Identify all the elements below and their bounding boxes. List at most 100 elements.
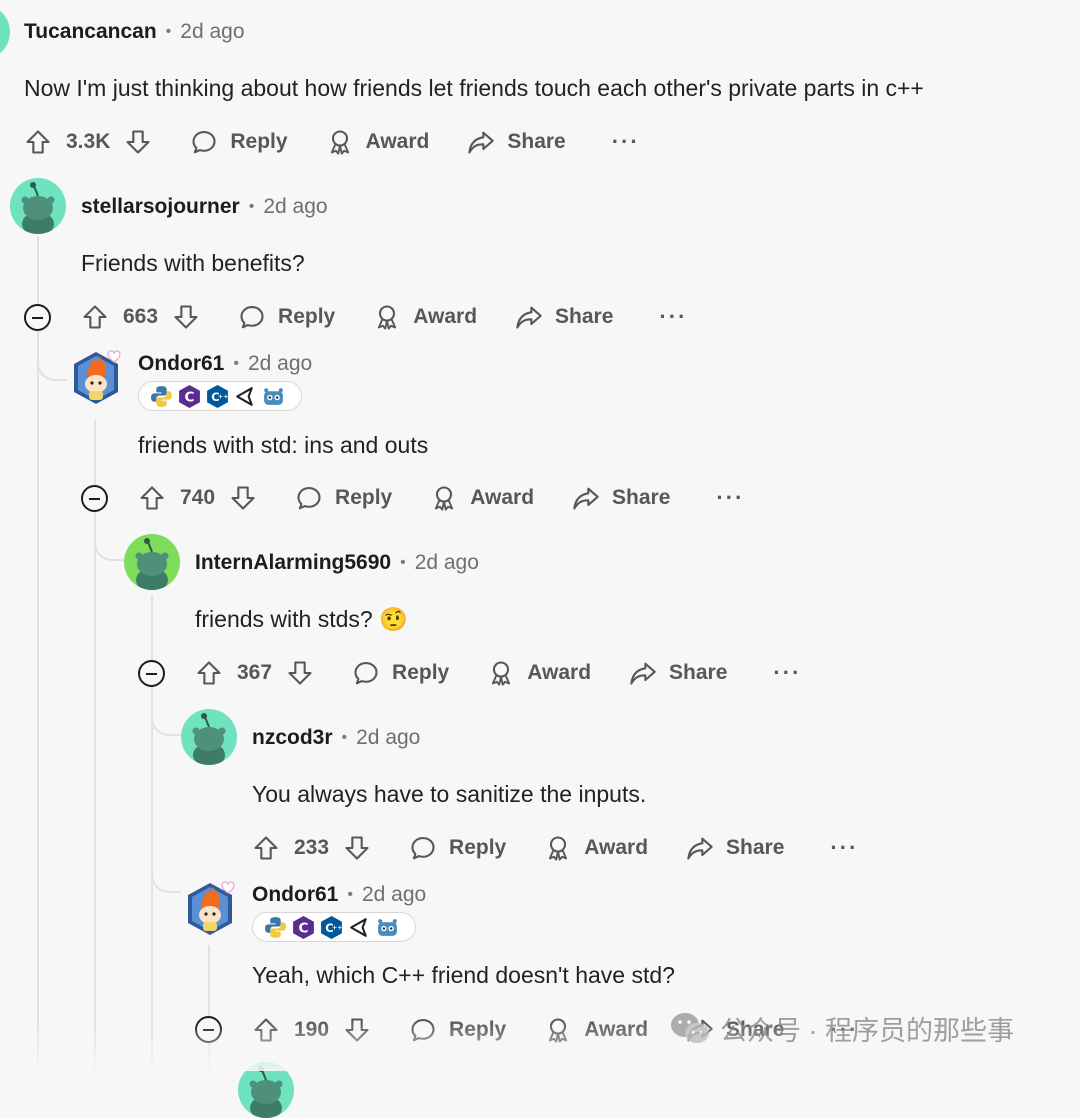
timestamp[interactable]: 2d ago [356, 726, 420, 750]
author-name[interactable]: nzcod3r [252, 726, 333, 750]
author-name[interactable]: Tucancancan [24, 20, 157, 44]
reply-button[interactable]: Reply [190, 128, 288, 156]
upvote-icon[interactable] [252, 834, 280, 862]
share-button[interactable]: Share [629, 659, 727, 687]
minus-icon [32, 316, 43, 319]
separator-dot: • [341, 729, 348, 746]
minus-icon [203, 1028, 214, 1031]
comment-header: InternAlarming5690 • 2d ago [195, 551, 479, 575]
share-button[interactable]: Share [467, 128, 566, 156]
comment-actions: 233 Reply Award Share ··· [252, 828, 858, 868]
separator-dot: • [400, 554, 406, 571]
thread-branch [94, 535, 124, 561]
vote-group: 740 [138, 484, 257, 512]
reply-bubble-icon [295, 484, 323, 512]
downvote-icon[interactable] [124, 128, 152, 156]
more-options-button[interactable]: ··· [716, 487, 744, 509]
vote-group: 233 [252, 834, 371, 862]
unity-icon [233, 384, 258, 409]
avatar[interactable] [124, 534, 180, 590]
reply-button[interactable]: Reply [295, 484, 392, 512]
award-button[interactable]: Award [326, 128, 430, 156]
avatar[interactable] [182, 879, 238, 939]
vote-group: 3.3K [24, 128, 152, 156]
share-button[interactable]: Share [572, 484, 670, 512]
share-label: Share [726, 836, 785, 859]
vote-count: 663 [123, 305, 159, 328]
collapse-button[interactable] [81, 485, 108, 512]
share-label: Share [507, 130, 566, 153]
reply-bubble-icon [409, 1016, 437, 1044]
reply-button[interactable]: Reply [352, 659, 449, 687]
award-button[interactable]: Award [373, 303, 477, 331]
collapse-button[interactable] [195, 1016, 222, 1043]
thread-line-4[interactable] [208, 945, 210, 1071]
timestamp[interactable]: 2d ago [263, 195, 327, 219]
collapse-button[interactable] [24, 304, 51, 331]
comment-actions: 740 Reply Award Share ··· [138, 478, 744, 518]
reply-bubble-icon [190, 128, 218, 156]
wechat-icon [671, 1013, 709, 1043]
more-options-button[interactable]: ··· [659, 306, 687, 328]
author-name[interactable]: Ondor61 [252, 883, 338, 907]
downvote-icon[interactable] [172, 303, 200, 331]
downvote-icon[interactable] [343, 1016, 371, 1044]
godot-icon [375, 915, 400, 940]
upvote-icon[interactable] [24, 128, 52, 156]
watermark-text: 公众号 · 程序员的那些事 [720, 1015, 1014, 1046]
separator-dot: • [248, 198, 255, 215]
more-options-button[interactable]: ··· [773, 662, 801, 684]
share-label: Share [612, 486, 671, 509]
share-button[interactable]: Share [686, 834, 784, 862]
c-icon [177, 384, 202, 409]
downvote-icon[interactable] [229, 484, 257, 512]
unity-icon [347, 915, 372, 940]
award-button[interactable]: Award [544, 834, 648, 862]
godot-icon [261, 384, 286, 409]
upvote-icon[interactable] [195, 659, 223, 687]
avatar[interactable] [0, 4, 10, 60]
award-button[interactable]: Award [487, 659, 591, 687]
author-name[interactable]: stellarsojourner [81, 195, 240, 219]
timestamp[interactable]: 2d ago [415, 551, 479, 575]
more-options-button[interactable]: ··· [612, 131, 640, 153]
separator-dot: • [165, 23, 172, 40]
upvote-icon[interactable] [138, 484, 166, 512]
award-label: Award [365, 130, 430, 153]
avatar[interactable] [238, 1062, 294, 1118]
share-button[interactable]: Share [515, 303, 613, 331]
collapse-button[interactable] [138, 660, 165, 687]
comment-header: nzcod3r • 2d ago [252, 726, 420, 750]
watermark: 公众号 · 程序员的那些事 [668, 1008, 1014, 1048]
python-icon [149, 384, 174, 409]
reply-button[interactable]: Reply [238, 303, 335, 331]
timestamp[interactable]: 2d ago [248, 352, 312, 376]
award-icon [326, 128, 354, 156]
author-name[interactable]: InternAlarming5690 [195, 551, 391, 575]
downvote-icon[interactable] [343, 834, 371, 862]
thread-branch [151, 710, 181, 736]
award-button[interactable]: Award [430, 484, 534, 512]
fire-snoo-avatar-icon [182, 879, 238, 939]
avatar[interactable] [181, 709, 237, 765]
timestamp[interactable]: 2d ago [362, 883, 426, 907]
timestamp[interactable]: 2d ago [180, 20, 244, 44]
author-name[interactable]: Ondor61 [138, 352, 224, 376]
reply-button[interactable]: Reply [409, 834, 506, 862]
award-label: Award [413, 305, 478, 328]
reply-label: Reply [335, 486, 393, 509]
upvote-icon[interactable] [252, 1016, 280, 1044]
reply-label: Reply [449, 836, 507, 859]
comment-header: Ondor61 • 2d ago [252, 883, 426, 907]
downvote-icon[interactable] [286, 659, 314, 687]
user-flair [138, 381, 302, 411]
share-label: Share [555, 305, 614, 328]
upvote-icon[interactable] [81, 303, 109, 331]
thread-line-2[interactable] [94, 420, 96, 1071]
thread-branch [37, 355, 67, 381]
avatar[interactable] [10, 178, 66, 234]
more-options-button[interactable]: ··· [830, 837, 858, 859]
reply-button[interactable]: Reply [409, 1016, 506, 1044]
avatar[interactable] [68, 348, 124, 408]
award-button[interactable]: Award [544, 1016, 648, 1044]
